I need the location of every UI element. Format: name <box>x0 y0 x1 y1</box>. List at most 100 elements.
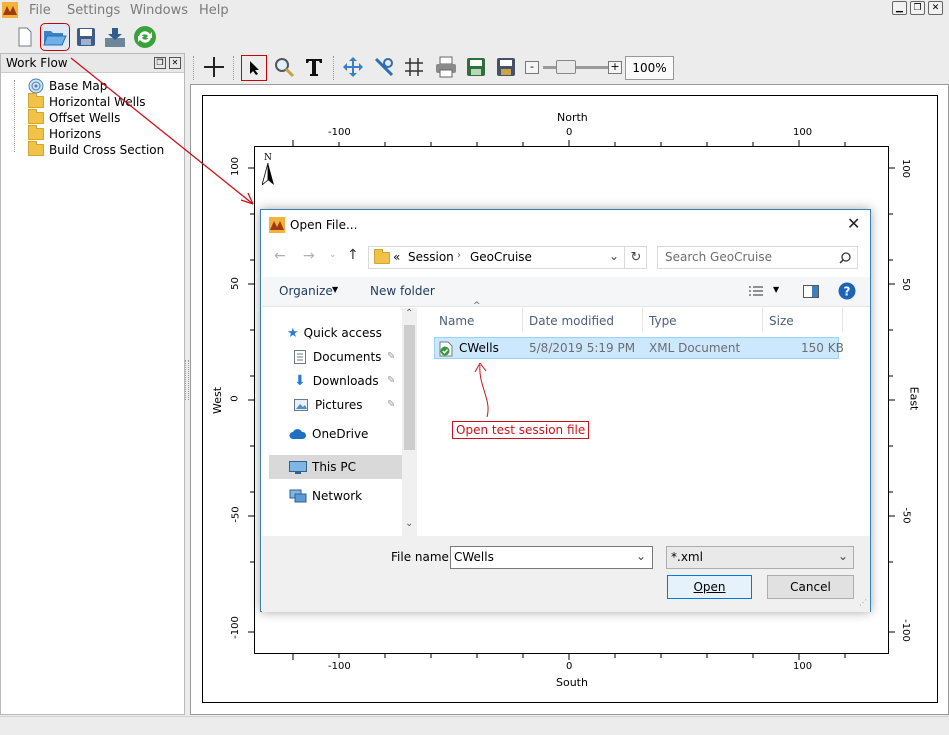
address-segment-session[interactable]: Session <box>408 250 454 264</box>
resize-grip-icon[interactable]: ⋰ <box>859 598 867 607</box>
dialog-close-icon[interactable]: ✕ <box>847 214 860 233</box>
address-segment-geocruise[interactable]: GeoCruise <box>470 250 532 264</box>
north-arrow-label: N <box>264 153 272 163</box>
minimize-icon[interactable]: ▁ <box>892 1 907 15</box>
refresh-button[interactable] <box>132 24 158 50</box>
file-name-dropdown-icon[interactable]: ⌄ <box>636 549 646 563</box>
toolbar-separator <box>333 56 335 80</box>
zoom-tool-button[interactable] <box>271 54 297 80</box>
column-divider[interactable] <box>522 308 523 332</box>
close-icon[interactable]: ✕ <box>928 1 943 15</box>
command-bar: Organize ▼ New folder ▼ ? <box>262 277 870 307</box>
tree-item-offset-wells[interactable]: Offset Wells <box>28 109 120 126</box>
column-divider[interactable] <box>762 308 763 332</box>
grid-toggle-button[interactable] <box>401 54 427 80</box>
folder-icon <box>28 141 44 156</box>
save-map-button[interactable] <box>493 54 519 80</box>
column-divider[interactable] <box>842 308 843 332</box>
y-tick-left: 0 <box>229 395 241 402</box>
recent-locations-chevron-icon[interactable]: ⌄ <box>329 250 337 260</box>
open-file-button[interactable] <box>40 23 70 51</box>
tree-item-horizons[interactable]: Horizons <box>28 125 101 142</box>
file-type: XML Document <box>649 341 741 355</box>
text-tool-button[interactable] <box>301 54 327 80</box>
organize-button[interactable]: Organize <box>279 284 333 298</box>
pin-icon: ✎ <box>387 399 396 410</box>
select-tool-button[interactable] <box>241 55 267 81</box>
annotation-callout: Open test session file <box>452 421 590 439</box>
pin-icon: ✎ <box>387 351 396 362</box>
column-header-size[interactable]: Size <box>769 314 794 328</box>
panel-close-icon[interactable]: ✕ <box>169 57 181 69</box>
toolbar-separator <box>233 56 235 80</box>
nav-network[interactable]: Network <box>289 486 362 506</box>
preview-pane-icon[interactable] <box>803 285 819 298</box>
measure-tool-button[interactable] <box>371 54 397 80</box>
scroll-down-icon[interactable]: ⌄ <box>405 518 413 529</box>
tree-item-build-cross-section[interactable]: Build Cross Section <box>28 141 164 158</box>
print-button[interactable] <box>433 54 459 80</box>
crosshair-tool-button[interactable] <box>201 54 227 80</box>
app-logo-icon <box>2 2 18 18</box>
menu-windows[interactable]: Windows <box>130 3 188 18</box>
nav-downloads[interactable]: ⬇ Downloads ✎ <box>294 371 395 391</box>
tree-item-base-map[interactable]: Base Map <box>28 78 107 94</box>
xml-file-icon <box>439 341 453 357</box>
menu-help[interactable]: Help <box>199 3 229 18</box>
view-options-icon[interactable] <box>748 285 764 298</box>
zoom-out-button[interactable]: - <box>525 61 539 74</box>
pan-tool-button[interactable] <box>340 54 366 80</box>
column-divider[interactable] <box>642 308 643 332</box>
search-box[interactable]: Search GeoCruise <box>657 246 858 269</box>
help-icon[interactable]: ? <box>838 282 856 300</box>
folder-icon <box>28 109 44 124</box>
tree-item-horizontal-wells[interactable]: Horizontal Wells <box>28 93 146 110</box>
column-header-name[interactable]: Name <box>439 314 474 328</box>
back-arrow-icon[interactable]: ← <box>274 248 286 264</box>
zoom-level-field[interactable]: 100% <box>625 56 674 80</box>
open-button[interactable]: Open <box>667 575 752 599</box>
splitter-handle[interactable] <box>185 360 189 400</box>
nav-onedrive[interactable]: OneDrive <box>289 424 368 444</box>
address-dropdown-icon[interactable]: ⌄ <box>609 249 619 263</box>
breadcrumb-chevron-icon: › <box>457 250 461 261</box>
address-overflow[interactable]: « <box>393 250 400 264</box>
zoom-slider-thumb[interactable] <box>556 60 576 74</box>
file-type-select[interactable]: *.xml ⌄ <box>666 546 854 569</box>
new-folder-button[interactable]: New folder <box>370 284 435 298</box>
undock-icon[interactable]: ❐ <box>154 57 166 69</box>
y-tick-right: -100 <box>899 619 911 642</box>
restore-icon[interactable]: ❐ <box>910 1 925 15</box>
file-type-dropdown-icon[interactable]: ⌄ <box>838 549 848 563</box>
save-button[interactable] <box>73 24 99 50</box>
column-header-type[interactable]: Type <box>649 314 677 328</box>
save-image-icon <box>467 58 485 76</box>
nav-pictures[interactable]: Pictures ✎ <box>294 395 395 415</box>
save-image-button[interactable] <box>463 54 489 80</box>
menu-file[interactable]: File <box>29 3 51 18</box>
nav-this-pc[interactable]: This PC <box>289 457 356 477</box>
up-arrow-icon[interactable]: ↑ <box>347 247 359 263</box>
scroll-thumb[interactable] <box>404 325 415 450</box>
new-file-button[interactable] <box>12 24 38 50</box>
file-type-value: *.xml <box>671 550 703 564</box>
file-name-input[interactable]: CWells ⌄ <box>450 546 653 569</box>
column-header-date[interactable]: Date modified <box>529 314 614 328</box>
scroll-up-icon[interactable]: ⌃ <box>405 308 413 319</box>
file-date: 5/8/2019 5:19 PM <box>529 341 636 355</box>
nav-label: Pictures <box>315 398 363 412</box>
file-row[interactable]: CWells 5/8/2019 5:19 PM XML Document 150… <box>434 337 844 359</box>
nav-quick-access[interactable]: ★ Quick access <box>287 323 382 343</box>
nav-scrollbar[interactable]: ⌃ ⌄ <box>402 308 417 536</box>
forward-arrow-icon[interactable]: → <box>303 248 315 264</box>
pointer-arrow-icon <box>250 61 259 75</box>
zoom-in-button[interactable]: + <box>608 61 622 74</box>
cancel-button[interactable]: Cancel <box>767 575 854 599</box>
nav-documents[interactable]: Documents ✎ <box>294 347 395 367</box>
view-dropdown-icon[interactable]: ▼ <box>773 285 779 294</box>
new-file-icon <box>18 27 32 47</box>
refresh-icon[interactable]: ↻ <box>624 247 647 268</box>
menu-settings[interactable]: Settings <box>67 3 120 18</box>
export-button[interactable] <box>102 24 128 50</box>
address-bar[interactable]: « Session › GeoCruise ⌄ ↻ <box>368 246 647 269</box>
